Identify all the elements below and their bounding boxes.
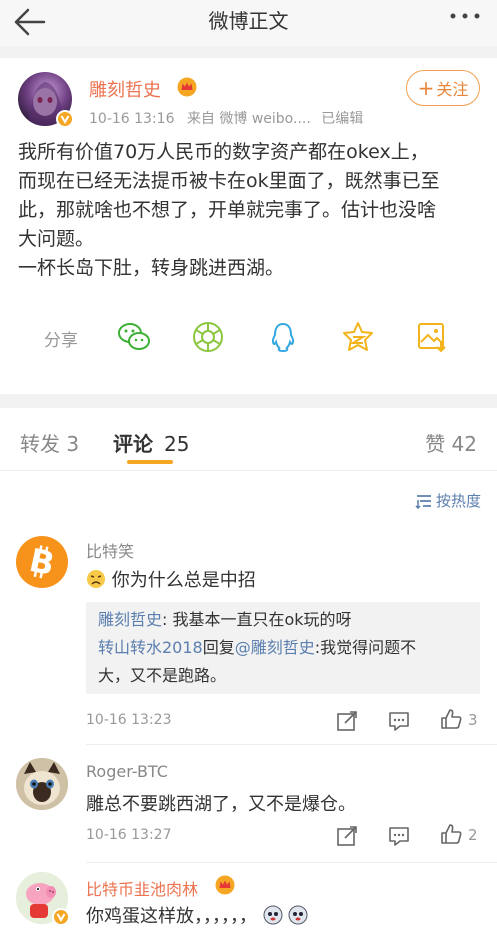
comment-time: 10-16 13:27	[86, 827, 172, 843]
doge-face-icon	[288, 905, 308, 925]
avatar[interactable]	[16, 758, 68, 810]
comment-body: 你鸡蛋这样放，，，，，，	[86, 906, 257, 927]
post-text-line: 而现在已经无法提币被卡在ok里面了，既然事已至	[18, 170, 440, 192]
reply-mention[interactable]: @雕刻哲史	[235, 638, 315, 657]
edited-label: 已编辑	[321, 111, 364, 127]
wechat-icon[interactable]	[117, 320, 151, 354]
page-title: 微博正文	[208, 9, 289, 33]
reply-colon: :	[162, 610, 173, 629]
sad-face-icon	[87, 570, 105, 588]
tab-comments-count: 25	[163, 432, 190, 456]
commenter-name[interactable]: Roger-BTC	[86, 762, 168, 781]
post-card: 雕刻哲史 10-16 13:16 来自 微博 weibo.... 已编辑 + 关…	[0, 58, 497, 394]
sort-label: 按热度	[435, 492, 481, 510]
follow-button[interactable]: + 关注	[406, 70, 480, 106]
doge-face-icon	[263, 905, 283, 925]
ellipsis-icon[interactable]	[447, 4, 483, 28]
comment-text: 你鸡蛋这样放，，，，，，	[86, 902, 308, 928]
share-icon[interactable]	[336, 710, 358, 732]
like-count: 2	[468, 826, 478, 844]
like-count: 3	[468, 711, 478, 729]
avatar[interactable]: B	[16, 536, 68, 588]
reply-text-continued: 大，又不是跑路。	[98, 666, 227, 685]
reply-box[interactable]: 雕刻哲史: 我基本一直只在ok玩的呀 转山转水2018回复@雕刻哲史:我觉得问题…	[86, 602, 480, 694]
bitcoin-icon: B	[26, 541, 58, 583]
comment-body: 你为什么总是中招	[111, 570, 256, 591]
tab-comments-label: 评论	[113, 432, 153, 456]
commenter-name[interactable]: 比特币韭池肉林	[86, 876, 198, 900]
crown-icon	[177, 77, 197, 97]
share-label: 分享	[44, 331, 78, 351]
comment-icon[interactable]	[388, 710, 410, 732]
active-tab-indicator	[127, 460, 173, 464]
reply-text: :我觉得问题不	[314, 638, 417, 657]
comment-icon[interactable]	[388, 825, 410, 847]
comment-text: 你为什么总是中招	[86, 566, 256, 592]
tab-comments[interactable]: 评论 25	[113, 428, 189, 457]
post-time: 10-16 13:16	[89, 111, 175, 127]
plus-icon: +	[417, 76, 435, 100]
qq-icon[interactable]	[266, 320, 300, 354]
post-text-line: 大问题。	[18, 228, 95, 250]
post-text-line: 我所有价值70万人民币的数字资产都在okex上，	[18, 141, 429, 163]
post-text: 我所有价值70万人民币的数字资产都在okex上， 而现在已经无法提币被卡在ok里…	[18, 138, 488, 283]
sort-button[interactable]: 按热度	[415, 490, 481, 511]
thumbs-up-icon[interactable]	[440, 823, 462, 845]
reply-author[interactable]: 雕刻哲史	[98, 610, 162, 629]
post-text-line: 一杯长岛下肚，转身跳进西湖。	[18, 257, 285, 279]
comment-text: 雕总不要跳西湖了，又不是爆仓。	[86, 794, 356, 815]
post-source: 来自 微博 weibo....	[186, 111, 311, 127]
post-meta: 10-16 13:16 来自 微博 weibo.... 已编辑	[89, 108, 363, 128]
cat-avatar-icon	[16, 758, 68, 810]
verified-badge-icon	[52, 908, 70, 926]
follow-label: 关注	[436, 80, 469, 99]
divider	[86, 744, 497, 745]
crown-icon	[215, 875, 235, 895]
post-text-line: 此，那就啥也不想了，开单就完事了。估计也没啥	[18, 199, 437, 221]
verified-badge-icon	[56, 110, 74, 128]
sort-icon	[415, 494, 431, 509]
divider	[0, 470, 497, 471]
share-icon[interactable]	[336, 825, 358, 847]
reply-word: 回复	[202, 638, 235, 657]
comment-section: 转发 3 评论 25 赞 42 按热度 B 比特笑 你为什么总是中招 雕刻哲史:…	[0, 408, 497, 931]
author-name[interactable]: 雕刻哲史	[89, 76, 161, 102]
divider	[86, 862, 497, 863]
reply-item: 雕刻哲史: 我基本一直只在ok玩的呀	[98, 606, 468, 634]
comment-time: 10-16 13:23	[86, 712, 172, 728]
tab-repost[interactable]: 转发 3	[20, 428, 79, 457]
tab-likes[interactable]: 赞 42	[425, 428, 477, 457]
qzone-icon[interactable]	[341, 320, 375, 354]
reply-text: 我基本一直只在ok玩的呀	[172, 610, 352, 629]
thumbs-up-icon[interactable]	[440, 708, 462, 730]
top-bar: 微博正文	[0, 0, 497, 46]
save-image-icon[interactable]	[415, 320, 449, 354]
reply-item: 转山转水2018回复@雕刻哲史:我觉得问题不	[98, 634, 468, 662]
reply-author[interactable]: 转山转水2018	[98, 638, 203, 657]
commenter-name[interactable]: 比特笑	[86, 538, 134, 562]
moments-icon[interactable]	[191, 320, 225, 354]
